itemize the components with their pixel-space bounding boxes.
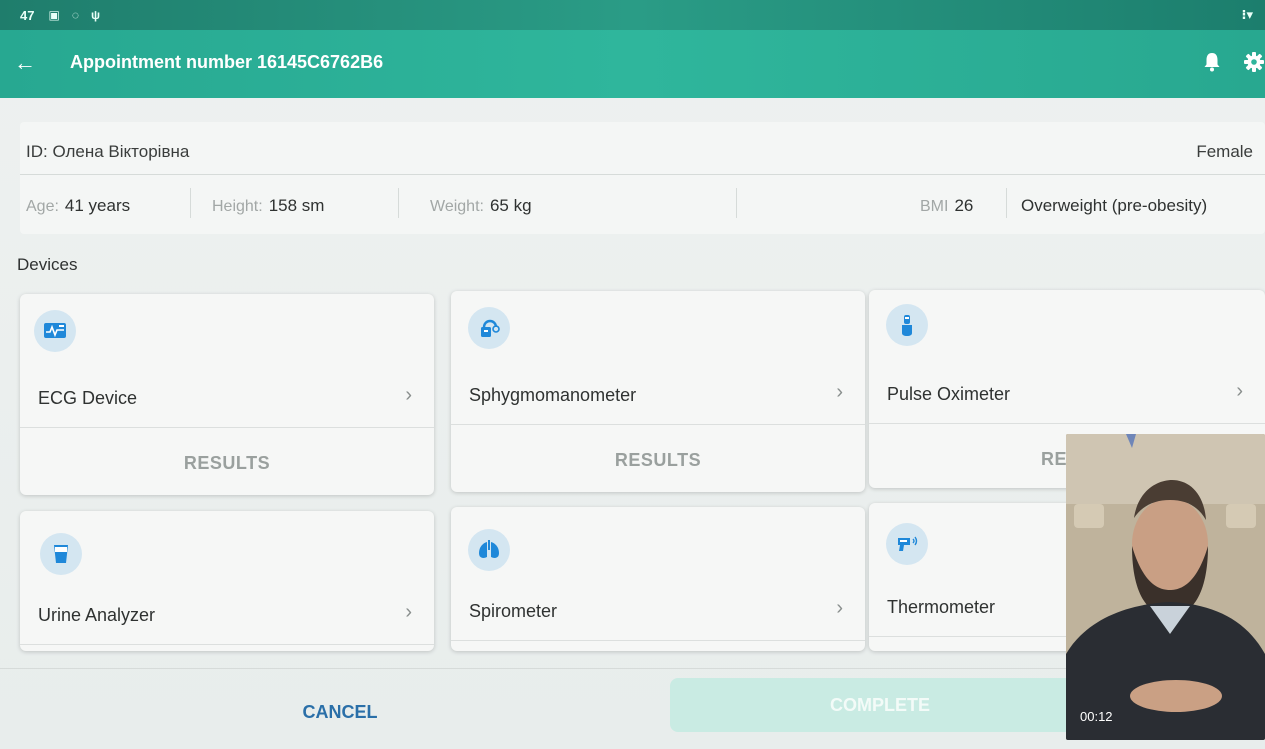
cancel-button[interactable]: CANCEL <box>240 690 440 734</box>
pulse-oximeter-icon <box>886 304 928 346</box>
patient-height: Height: 158 sm <box>212 196 324 216</box>
device-card-ecg[interactable]: ECG Device › RESULTS <box>20 294 434 495</box>
divider <box>190 188 191 218</box>
status-bar: 47 ▣ ◌ ψ ⁝▾ <box>0 0 1265 30</box>
divider <box>398 188 399 218</box>
device-card-spirometer[interactable]: Spirometer › <box>451 507 865 651</box>
divider <box>451 640 865 641</box>
device-name: Thermometer <box>887 597 996 617</box>
device-name: ECG Device <box>38 388 138 408</box>
blood-pressure-icon <box>468 307 510 349</box>
chevron-right-icon: › <box>836 597 843 619</box>
device-name: Urine Analyzer <box>38 605 156 625</box>
divider <box>20 644 434 645</box>
video-feed <box>1066 434 1265 740</box>
patient-id: ID: Олена Вікторівна <box>26 142 190 161</box>
app-bar: ← Appointment number 16145C6762B6 <box>0 30 1265 98</box>
ecg-monitor-icon <box>34 310 76 352</box>
lungs-icon <box>468 529 510 571</box>
video-call-preview[interactable]: 00:12 <box>1066 434 1265 740</box>
height-value: 158 sm <box>268 196 325 215</box>
back-arrow-icon[interactable]: ← <box>14 50 36 76</box>
weight-label: Weight: <box>430 198 484 215</box>
divider <box>1006 188 1007 218</box>
sync-notification-icon: ◌ <box>71 8 79 22</box>
status-time: 47 <box>20 7 35 23</box>
usb-icon: ψ <box>90 8 100 22</box>
patient-sex: Female <box>1196 142 1253 161</box>
device-card-sphygmomanometer[interactable]: Sphygmomanometer › RESULTS <box>451 291 865 492</box>
patient-weight: Weight: 65 kg <box>430 196 532 216</box>
patient-age: Age: 41 years <box>26 196 130 216</box>
results-button[interactable]: RESULTS <box>451 425 865 492</box>
divider <box>736 188 737 218</box>
divider <box>20 174 1265 175</box>
chevron-right-icon: › <box>405 384 412 406</box>
weight-value: 65 kg <box>489 196 532 215</box>
bmi-category: Overweight (pre-obesity) <box>1021 196 1208 215</box>
device-name: Spirometer <box>469 601 558 621</box>
bell-icon[interactable] <box>1203 52 1221 77</box>
gallery-notification-icon: ▣ <box>48 8 60 22</box>
wifi-icon: ⁝▾ <box>1241 7 1253 22</box>
age-value: 41 years <box>64 196 131 215</box>
patient-bmi: BMI 26 <box>920 196 973 216</box>
height-label: Height: <box>212 198 263 215</box>
chevron-right-icon: › <box>1236 380 1243 402</box>
complete-button[interactable]: COMPLETE <box>670 678 1090 732</box>
age-label: Age: <box>26 198 59 215</box>
urine-cup-icon <box>40 533 82 575</box>
device-card-urine-analyzer[interactable]: Urine Analyzer › <box>20 511 434 651</box>
gear-icon[interactable] <box>1244 52 1264 77</box>
call-timer: 00:12 <box>1080 709 1113 724</box>
devices-section-title: Devices <box>17 255 78 274</box>
patient-info-card: ID: Олена Вікторівна Female Age: 41 years… <box>20 122 1265 234</box>
thermometer-icon <box>886 523 928 565</box>
bmi-label: BMI <box>920 198 949 215</box>
bmi-value: 26 <box>954 196 974 215</box>
chevron-right-icon: › <box>836 381 843 403</box>
results-button[interactable]: RESULTS <box>20 428 434 495</box>
device-name: Pulse Oximeter <box>887 384 1011 404</box>
app-screen: 47 ▣ ◌ ψ ⁝▾ ← Appointment number 16145C6… <box>0 0 1265 749</box>
device-name: Sphygmomanometer <box>469 385 637 405</box>
chevron-right-icon: › <box>405 601 412 623</box>
page-title: Appointment number 16145C6762B6 <box>70 52 384 72</box>
